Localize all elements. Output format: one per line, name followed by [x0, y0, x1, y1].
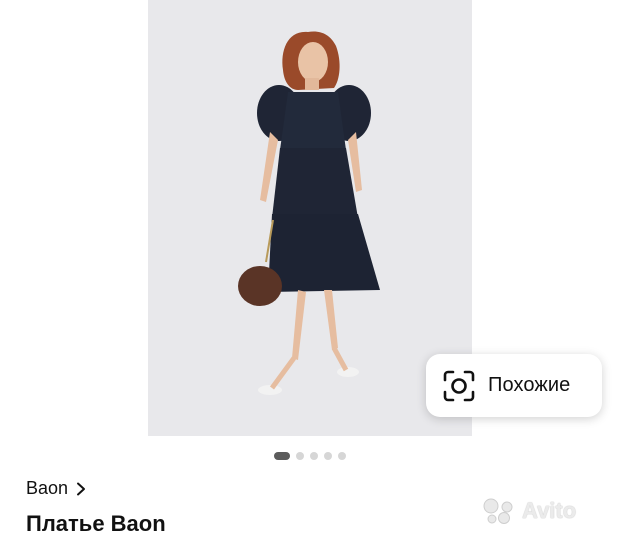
carousel-dot[interactable] — [296, 452, 304, 460]
carousel-dot[interactable] — [338, 452, 346, 460]
product-image-gallery[interactable]: Похожие — [0, 0, 620, 436]
similar-items-label: Похожие — [488, 374, 571, 396]
camera-search-icon — [443, 370, 475, 401]
dress-model-image — [148, 0, 472, 436]
carousel-dot[interactable] — [324, 452, 332, 460]
carousel-dot-active[interactable] — [274, 452, 290, 460]
avito-watermark: Avito — [482, 498, 576, 524]
brand-label: Baon — [26, 478, 69, 498]
avito-logo-icon — [483, 498, 513, 524]
carousel-pagination — [0, 451, 620, 461]
carousel-dot[interactable] — [310, 452, 318, 460]
similar-items-button[interactable]: Похожие — [426, 354, 602, 417]
product-photo[interactable] — [148, 0, 472, 436]
watermark-text: Avito — [522, 498, 577, 523]
chevron-right-icon — [77, 482, 86, 495]
brand-link[interactable]: Baon — [26, 478, 86, 499]
product-title: Платье Baon — [26, 511, 166, 536]
